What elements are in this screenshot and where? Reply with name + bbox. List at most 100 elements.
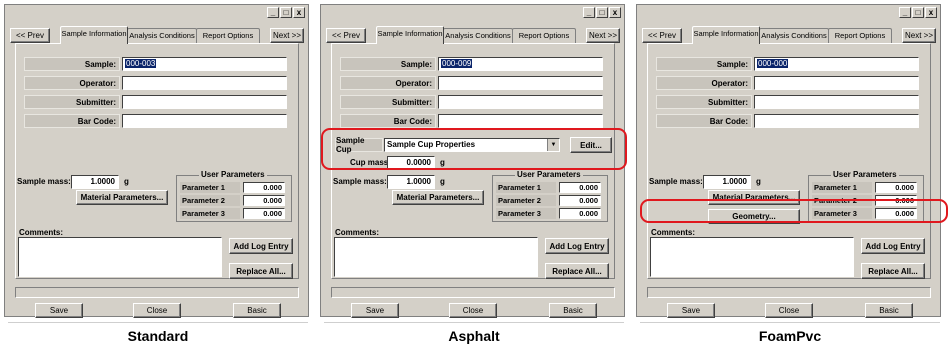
- add-log-entry-button[interactable]: Add Log Entry: [229, 238, 293, 254]
- maximize-button[interactable]: □: [280, 7, 292, 18]
- parameter-2-field[interactable]: 0.000: [559, 195, 601, 206]
- material-parameters-button[interactable]: Material Parameters...: [76, 190, 168, 205]
- bar-code-label: Bar Code:: [656, 114, 752, 128]
- operator-field[interactable]: [438, 76, 603, 90]
- submitter-label: Submitter:: [24, 95, 120, 109]
- tab-analysis-conditions[interactable]: Analysis Conditions: [127, 28, 197, 43]
- dialog-window: _ □ x << Prev Sample Information Analysi…: [636, 4, 941, 318]
- bar-code-field[interactable]: [438, 114, 603, 128]
- sample-mass-unit: g: [124, 177, 129, 186]
- replace-all-button[interactable]: Replace All...: [545, 263, 609, 279]
- dialog-window: _ □ x << Prev Sample Information Analysi…: [4, 4, 309, 318]
- user-parameters-title: User Parameters: [831, 170, 899, 179]
- prev-button[interactable]: << Prev: [642, 28, 682, 43]
- parameter-2-label: Parameter 2: [496, 195, 556, 206]
- highlight-geometry: [640, 199, 948, 223]
- maximize-button[interactable]: □: [912, 7, 924, 18]
- status-bar: [15, 287, 299, 298]
- operator-label: Operator:: [656, 76, 752, 90]
- sample-mass-field[interactable]: 1.0000: [387, 175, 435, 189]
- next-button[interactable]: Next >>: [270, 28, 304, 43]
- basic-button[interactable]: Basic: [865, 303, 913, 318]
- close-window-button[interactable]: x: [609, 7, 621, 18]
- tab-sample-information[interactable]: Sample Information: [692, 26, 760, 44]
- parameter-row: Parameter 2 0.000: [496, 195, 604, 206]
- user-parameters-title: User Parameters: [515, 170, 583, 179]
- parameter-row: Parameter 1 0.000: [180, 182, 288, 193]
- close-window-button[interactable]: x: [293, 7, 305, 18]
- submitter-label: Submitter:: [656, 95, 752, 109]
- submitter-field[interactable]: [438, 95, 603, 109]
- window-controls: _ □ x: [899, 7, 937, 18]
- prev-button[interactable]: << Prev: [326, 28, 366, 43]
- status-bar: [331, 287, 615, 298]
- save-button[interactable]: Save: [35, 303, 83, 318]
- minimize-button[interactable]: _: [267, 7, 279, 18]
- user-parameters-group: User Parameters Parameter 1 0.000 Parame…: [176, 170, 292, 222]
- basic-button[interactable]: Basic: [233, 303, 281, 318]
- tab-content: Sample: 000-000 Operator: Submitter: Bar…: [647, 43, 931, 279]
- parameter-1-label: Parameter 1: [812, 182, 872, 193]
- sample-field[interactable]: 000-000: [754, 57, 919, 71]
- parameter-1-field[interactable]: 0.000: [875, 182, 917, 193]
- parameter-1-field[interactable]: 0.000: [559, 182, 601, 193]
- tab-sample-information[interactable]: Sample Information: [376, 26, 444, 44]
- next-button[interactable]: Next >>: [586, 28, 620, 43]
- parameter-3-label: Parameter 3: [180, 208, 240, 219]
- maximize-button[interactable]: □: [596, 7, 608, 18]
- replace-all-button[interactable]: Replace All...: [861, 263, 925, 279]
- minimize-button[interactable]: _: [583, 7, 595, 18]
- tab-analysis-conditions[interactable]: Analysis Conditions: [759, 28, 829, 43]
- sample-field[interactable]: 000-009: [438, 57, 603, 71]
- tab-report-options[interactable]: Report Options: [196, 28, 260, 43]
- sample-mass-unit: g: [440, 177, 445, 186]
- comments-field[interactable]: [18, 237, 222, 277]
- parameter-1-label: Parameter 1: [180, 182, 240, 193]
- sample-mass-label: Sample mass:: [333, 177, 387, 186]
- tab-sample-information[interactable]: Sample Information: [60, 26, 128, 44]
- close-button[interactable]: Close: [765, 303, 813, 318]
- bar-code-field[interactable]: [122, 114, 287, 128]
- sample-field[interactable]: 000-003: [122, 57, 287, 71]
- next-button[interactable]: Next >>: [902, 28, 936, 43]
- operator-field[interactable]: [122, 76, 287, 90]
- panel-standard: _ □ x << Prev Sample Information Analysi…: [0, 0, 316, 344]
- close-button[interactable]: Close: [449, 303, 497, 318]
- window-controls: _ □ x: [583, 7, 621, 18]
- tab-report-options[interactable]: Report Options: [512, 28, 576, 43]
- prev-button[interactable]: << Prev: [10, 28, 50, 43]
- save-button[interactable]: Save: [351, 303, 399, 318]
- parameter-row: Parameter 1 0.000: [812, 182, 920, 193]
- operator-label: Operator:: [24, 76, 120, 90]
- parameter-1-field[interactable]: 0.000: [243, 182, 285, 193]
- submitter-field[interactable]: [754, 95, 919, 109]
- add-log-entry-button[interactable]: Add Log Entry: [545, 238, 609, 254]
- tab-report-options[interactable]: Report Options: [828, 28, 892, 43]
- add-log-entry-button[interactable]: Add Log Entry: [861, 238, 925, 254]
- tab-analysis-conditions[interactable]: Analysis Conditions: [443, 28, 513, 43]
- sample-value: 000-000: [757, 59, 789, 68]
- replace-all-button[interactable]: Replace All...: [229, 263, 293, 279]
- tab-content: Sample: 000-003 Operator: Submitter: Bar…: [15, 43, 299, 279]
- parameter-3-field[interactable]: 0.000: [559, 208, 601, 219]
- parameter-row: Parameter 3 0.000: [496, 208, 604, 219]
- user-parameters-title: User Parameters: [199, 170, 267, 179]
- operator-field[interactable]: [754, 76, 919, 90]
- sample-label: Sample:: [656, 57, 752, 71]
- comments-field[interactable]: [650, 237, 854, 277]
- comments-field[interactable]: [334, 237, 538, 277]
- close-button[interactable]: Close: [133, 303, 181, 318]
- save-button[interactable]: Save: [667, 303, 715, 318]
- submitter-field[interactable]: [122, 95, 287, 109]
- sample-mass-field[interactable]: 1.0000: [703, 175, 751, 189]
- minimize-button[interactable]: _: [899, 7, 911, 18]
- parameter-2-field[interactable]: 0.000: [243, 195, 285, 206]
- sample-mass-field[interactable]: 1.0000: [71, 175, 119, 189]
- user-parameters-group: User Parameters Parameter 1 0.000 Parame…: [492, 170, 608, 222]
- bar-code-field[interactable]: [754, 114, 919, 128]
- window-controls: _ □ x: [267, 7, 305, 18]
- close-window-button[interactable]: x: [925, 7, 937, 18]
- basic-button[interactable]: Basic: [549, 303, 597, 318]
- material-parameters-button[interactable]: Material Parameters...: [392, 190, 484, 205]
- parameter-3-field[interactable]: 0.000: [243, 208, 285, 219]
